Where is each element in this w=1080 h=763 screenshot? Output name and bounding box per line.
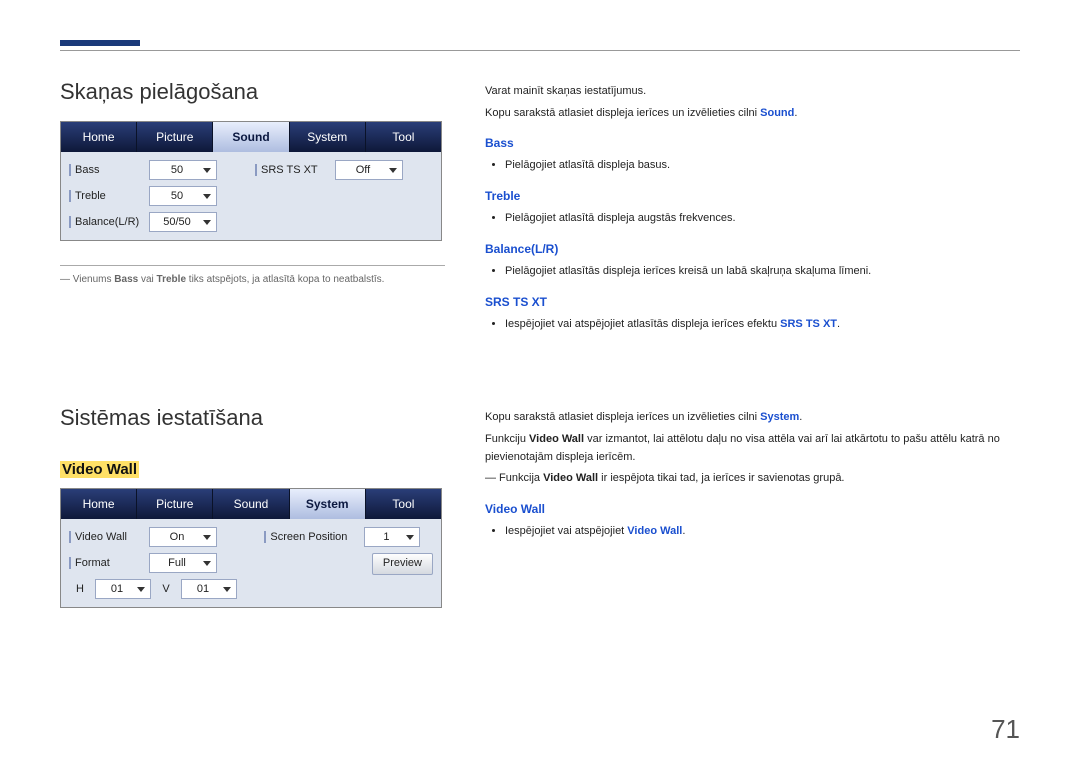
fn-treble: Treble xyxy=(157,274,186,285)
label-h: H xyxy=(69,583,91,595)
label-bass: Bass xyxy=(69,164,145,176)
section-title-system: Sistēmas iestatīšana xyxy=(60,405,445,431)
tab-picture-2[interactable]: Picture xyxy=(137,489,213,519)
heading-treble: Treble xyxy=(485,187,1020,206)
tab-picture[interactable]: Picture xyxy=(137,122,213,152)
subheading-videowall: Video Wall xyxy=(60,461,139,478)
label-videowall: Video Wall xyxy=(69,531,145,543)
system-panel-tabs: Home Picture Sound System Tool xyxy=(61,489,441,519)
sy1a: Kopu sarakstā atlasiet displeja ierīces … xyxy=(485,411,760,423)
system-intro-1: Kopu sarakstā atlasiet displeja ierīces … xyxy=(485,409,1020,427)
livw-c: . xyxy=(682,525,685,537)
sy2b: Video Wall xyxy=(529,433,584,445)
label-treble: Treble xyxy=(69,190,145,202)
label-srs: SRS TS XT xyxy=(255,164,331,176)
select-h[interactable]: 01 xyxy=(95,579,151,599)
label-v: V xyxy=(155,583,177,595)
heading-balance: Balance(L/R) xyxy=(485,240,1020,259)
header-rule xyxy=(60,50,1020,51)
syn-a: ― Funkcija xyxy=(485,472,543,484)
tab-home[interactable]: Home xyxy=(61,122,137,152)
si2a: Kopu sarakstā atlasiet displeja ierīces … xyxy=(485,107,760,119)
tab-system-2[interactable]: System xyxy=(290,489,366,519)
fn-bass: Bass xyxy=(114,274,138,285)
footnote-text: ― Vienums Bass vai Treble tiks atspējots… xyxy=(60,274,384,285)
page-number: 71 xyxy=(991,714,1020,745)
lisrs-b: SRS TS XT xyxy=(780,318,837,330)
select-videowall[interactable]: On xyxy=(149,527,217,547)
preview-button[interactable]: Preview xyxy=(372,553,433,575)
select-treble[interactable]: 50 xyxy=(149,186,217,206)
syn-c: ir iespējota tikai tad, ja ierīces ir sa… xyxy=(598,472,844,484)
header-accent xyxy=(60,40,140,46)
fn-mid: vai xyxy=(138,274,156,285)
tab-tool[interactable]: Tool xyxy=(366,122,441,152)
tab-tool-2[interactable]: Tool xyxy=(366,489,441,519)
system-note: ― Funkcija Video Wall ir iespējota tikai… xyxy=(485,470,1020,488)
sy1c: . xyxy=(799,411,802,423)
fn-pre: ― Vienums xyxy=(60,274,114,285)
si2b: Sound xyxy=(760,107,794,119)
sound-intro-2: Kopu sarakstā atlasiet displeja ierīces … xyxy=(485,105,1020,123)
sound-footnote: ― Vienums Bass vai Treble tiks atspējots… xyxy=(60,265,445,285)
tab-system[interactable]: System xyxy=(290,122,366,152)
lisrs-c: . xyxy=(837,318,840,330)
section-title-sound: Skaņas pielāgošana xyxy=(60,79,445,105)
syn-b: Video Wall xyxy=(543,472,598,484)
tab-sound[interactable]: Sound xyxy=(213,122,289,152)
label-screenpos: Screen Position xyxy=(264,531,360,543)
select-screenpos[interactable]: 1 xyxy=(364,527,420,547)
lisrs-a: Iespējojiet vai atspējojiet atlasītās di… xyxy=(505,318,780,330)
sound-settings-panel: Home Picture Sound System Tool Bass 50 T… xyxy=(60,121,442,241)
li-videowall: Iespējojiet vai atspējojiet Video Wall. xyxy=(505,523,1020,541)
li-treble: Pielāgojiet atlasītā displeja augstās fr… xyxy=(505,210,1020,228)
fn-suf: tiks atspējots, ja atlasītā kopa to neat… xyxy=(186,274,384,285)
sy1b: System xyxy=(760,411,799,423)
li-srs: Iespējojiet vai atspējojiet atlasītās di… xyxy=(505,316,1020,334)
label-format: Format xyxy=(69,557,145,569)
label-balance: Balance(L/R) xyxy=(69,216,145,228)
tab-sound-2[interactable]: Sound xyxy=(213,489,289,519)
heading-videowall: Video Wall xyxy=(485,500,1020,519)
select-format[interactable]: Full xyxy=(149,553,217,573)
heading-srs: SRS TS XT xyxy=(485,293,1020,312)
select-srs[interactable]: Off xyxy=(335,160,403,180)
system-settings-panel: Home Picture Sound System Tool Video Wal… xyxy=(60,488,442,608)
li-balance: Pielāgojiet atlasītās displeja ierīces k… xyxy=(505,263,1020,281)
livw-a: Iespējojiet vai atspējojiet xyxy=(505,525,627,537)
li-bass: Pielāgojiet atlasītā displeja basus. xyxy=(505,157,1020,175)
system-intro-2: Funkciju Video Wall var izmantot, lai at… xyxy=(485,431,1020,466)
select-balance[interactable]: 50/50 xyxy=(149,212,217,232)
tab-home-2[interactable]: Home xyxy=(61,489,137,519)
select-bass[interactable]: 50 xyxy=(149,160,217,180)
heading-bass: Bass xyxy=(485,134,1020,153)
livw-b: Video Wall xyxy=(627,525,682,537)
sound-intro-1: Varat mainīt skaņas iestatījumus. xyxy=(485,83,1020,101)
sound-panel-tabs: Home Picture Sound System Tool xyxy=(61,122,441,152)
sy2a: Funkciju xyxy=(485,433,529,445)
si2c: . xyxy=(794,107,797,119)
select-v[interactable]: 01 xyxy=(181,579,237,599)
